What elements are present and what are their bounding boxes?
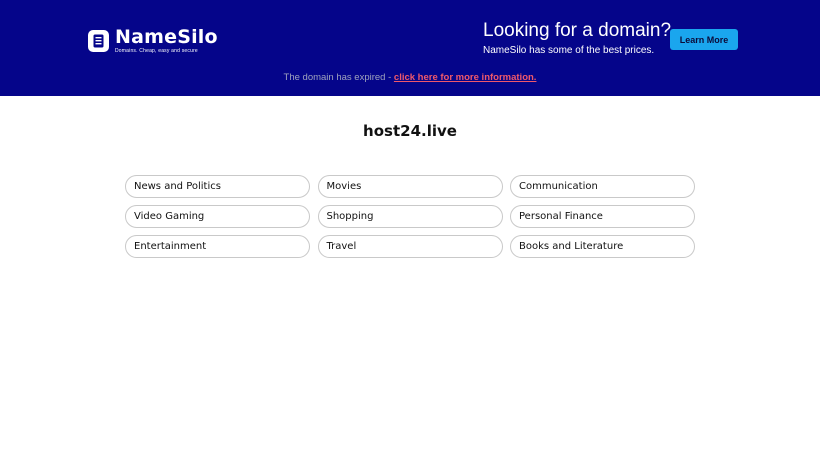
document-icon [88,29,109,52]
link-movies[interactable]: Movies [317,175,503,198]
promo-title: Looking for a domain? [483,20,672,41]
link-personal-finance[interactable]: Personal Finance [510,205,695,228]
link-news-and-politics[interactable]: News and Politics [125,175,310,198]
promo-subtitle: NameSilo has some of the best prices. [483,45,655,56]
link-communication[interactable]: Communication [510,175,695,198]
link-video-gaming[interactable]: Video Gaming [125,205,310,228]
link-entertainment[interactable]: Entertainment [125,235,310,258]
more-info-link[interactable]: click here for more information. [394,72,537,83]
promo-block: Looking for a domain? NameSilo has some … [483,20,671,57]
link-books-and-literature[interactable]: Books and Literature [510,235,695,258]
related-links-grid: News and Politics Movies Communication V… [125,175,695,258]
link-shopping[interactable]: Shopping [317,205,503,228]
logo-name: NameSilo [115,26,218,48]
link-travel[interactable]: Travel [317,235,503,258]
namesilo-logo[interactable]: NameSilo Domains. Cheap, easy and secure [88,27,218,54]
logo-tagline: Domains. Cheap, easy and secure [115,48,198,54]
expired-text: The domain has expired - [283,72,394,83]
learn-more-button[interactable]: Learn More [670,29,738,50]
top-banner: NameSilo Domains. Cheap, easy and secure… [0,0,820,96]
domain-title: host24.live [363,122,457,140]
expired-notice: The domain has expired - click here for … [0,72,820,83]
